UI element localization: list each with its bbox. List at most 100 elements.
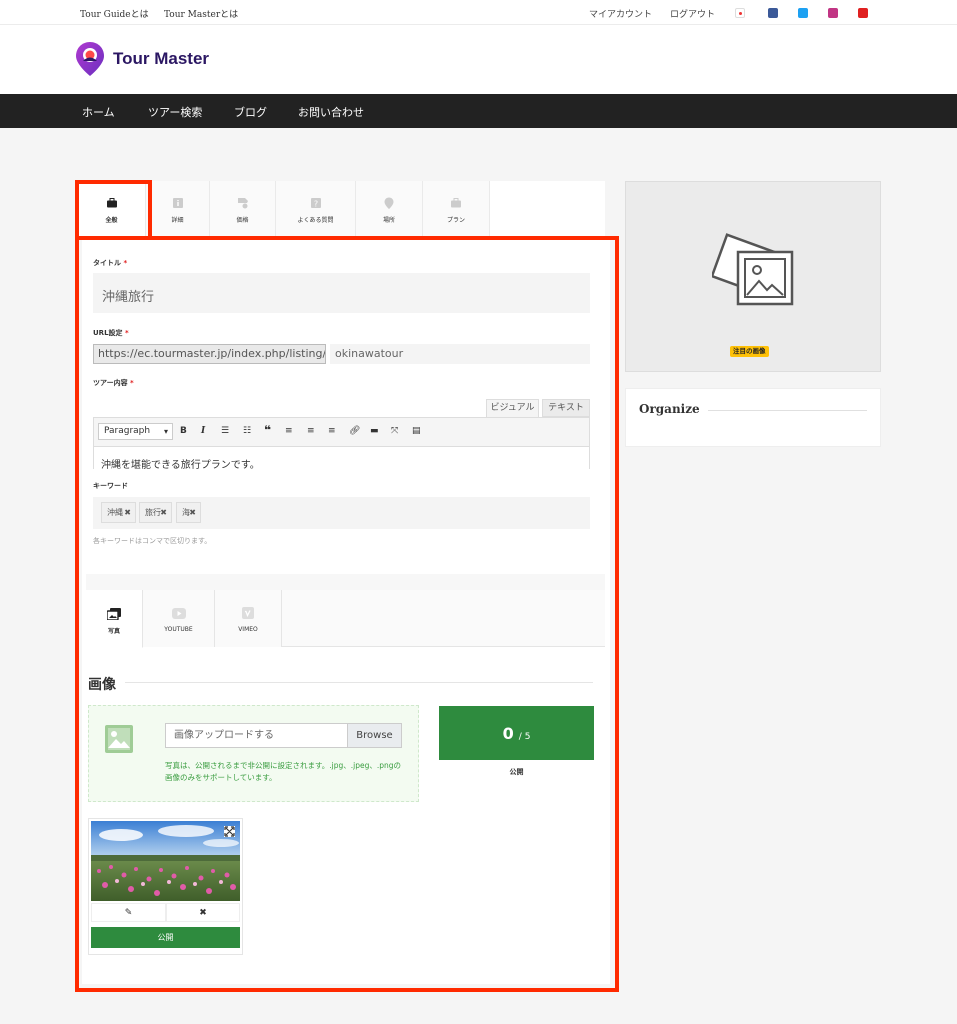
tab-label: 場所 [382, 217, 395, 224]
align-center-icon[interactable]: ≡ [307, 426, 315, 436]
nav-tour-search[interactable]: ツアー検索 [148, 104, 202, 120]
organize-rule [708, 410, 867, 411]
youtube-icon [171, 608, 186, 619]
featured-image-badge: 注目の画像 [730, 346, 769, 357]
edit-image-button[interactable]: ✎ [91, 903, 166, 922]
read-more-icon[interactable]: ▬ [370, 426, 379, 436]
title-input-value: 沖縄旅行 [102, 290, 155, 305]
tab-faq[interactable]: ? よくある質問 [276, 181, 356, 237]
link-icon[interactable]: 🔗︎ [349, 426, 360, 436]
info-icon [172, 198, 183, 208]
brand-name[interactable]: Tour Master [113, 49, 209, 69]
media-tab-photos[interactable]: 写真 [86, 590, 143, 648]
youtube-icon[interactable] [858, 8, 868, 18]
fullscreen-icon[interactable]: ⤧ [391, 426, 398, 436]
link-tour-guide[interactable]: Tour Guideとは [80, 7, 149, 20]
format-select-value: Paragraph [104, 426, 151, 436]
logo-pin-icon[interactable] [75, 41, 105, 77]
photo-counter-caption: 公開 [509, 768, 524, 776]
editor-content-text: 沖縄を堪能できる旅行プランです。 [101, 460, 260, 469]
remove-tag-icon[interactable]: ✖ [189, 503, 196, 522]
map-pin-icon [384, 197, 394, 209]
logout-link[interactable]: ログアウト [670, 7, 715, 20]
my-account-link[interactable]: マイアカウント [589, 7, 652, 20]
tour-edit-tabs: 全般 詳細 価格 ? よくある質問 場所 プラン [78, 181, 605, 237]
main-nav: ホーム ツアー検索 ブログ お問い合わせ [0, 94, 957, 128]
media-tab-label: 写真 [107, 628, 120, 635]
image-placeholder-icon [105, 725, 133, 753]
keyword-tag: 沖縄 ✖ [101, 502, 136, 523]
thumbnail-image[interactable] [91, 821, 240, 901]
chevron-down-icon: ▾ [163, 427, 168, 436]
organize-heading: Organize [639, 402, 700, 416]
media-tab-label: YOUTUBE [164, 626, 193, 633]
flag-icon[interactable] [735, 8, 745, 18]
briefcase-icon [106, 198, 117, 208]
tab-label: 詳細 [171, 217, 184, 224]
photo-count: 0 [502, 724, 514, 743]
close-icon: ✖ [199, 908, 207, 918]
title-input[interactable] [93, 273, 590, 313]
delete-image-button[interactable]: ✖ [166, 903, 240, 922]
keyword-tag: 海 ✖ [176, 502, 201, 523]
remove-tag-icon[interactable]: ✖ [160, 503, 167, 522]
tab-label: 全般 [105, 217, 118, 224]
facebook-icon[interactable] [768, 8, 778, 18]
tab-general[interactable]: 全般 [78, 181, 146, 237]
bullet-list-icon[interactable]: ☰ [221, 426, 229, 436]
nav-blog[interactable]: ブログ [234, 104, 267, 120]
heading-rule [125, 682, 593, 683]
align-left-icon[interactable]: ≡ [285, 426, 293, 436]
url-slug-input[interactable]: okinawatour [330, 344, 590, 364]
remove-tag-icon[interactable]: ✖ [124, 503, 131, 522]
tab-details[interactable]: 詳細 [146, 181, 210, 237]
featured-image-icon [712, 233, 794, 306]
expand-icon[interactable] [224, 826, 235, 837]
images-heading: 画像 [88, 677, 116, 693]
align-right-icon[interactable]: ≡ [328, 426, 336, 436]
media-tab-label: VIMEO [238, 626, 258, 633]
publish-image-button[interactable]: 公開 [91, 927, 240, 948]
twitter-icon[interactable] [798, 8, 808, 18]
tab-plan[interactable]: プラン [423, 181, 490, 237]
editor-tab-visual[interactable]: ビジュアル [486, 399, 539, 417]
media-tab-youtube[interactable]: YOUTUBE [143, 590, 215, 647]
vimeo-icon [242, 607, 254, 619]
instagram-icon[interactable] [828, 8, 838, 18]
tab-label: よくある質問 [297, 217, 334, 224]
keyword-hint: 各キーワードはコンマで区切ります。 [93, 537, 212, 545]
toolbar-toggle-icon[interactable]: ▤ [412, 426, 421, 436]
keyword-tag-label: 沖縄 [107, 508, 123, 517]
keyword-label: キーワード [93, 482, 128, 490]
url-prefix: https://ec.tourmaster.jp/index.php/listi… [93, 344, 326, 364]
nav-contact[interactable]: お問い合わせ [298, 104, 364, 120]
upload-dropzone[interactable] [88, 705, 419, 802]
organize-panel [625, 388, 881, 447]
blockquote-icon[interactable]: ❝ [264, 423, 271, 437]
editor-content-area[interactable]: 沖縄を堪能できる旅行プランです。 [93, 447, 590, 469]
tab-label: 価格 [236, 217, 249, 224]
top-bar: Tour Guideとは Tour Masterとは マイアカウント ログアウト [0, 0, 957, 25]
photos-icon [107, 608, 121, 620]
tab-price[interactable]: 価格 [210, 181, 276, 237]
upload-file-input[interactable]: 画像アップロードする [165, 723, 348, 748]
media-tab-vimeo[interactable]: VIMEO [215, 590, 282, 647]
keyword-tag-label: 旅行 [145, 508, 161, 517]
keyword-tag: 旅行 ✖ [139, 502, 172, 523]
editor-tab-text[interactable]: テキスト [542, 399, 590, 417]
tab-location[interactable]: 場所 [356, 181, 423, 237]
photo-max: / 5 [518, 732, 531, 742]
photo-counter: 0 / 5 [439, 706, 594, 760]
nav-home[interactable]: ホーム [82, 104, 115, 120]
bold-icon[interactable]: B [180, 426, 187, 436]
briefcase-icon [451, 198, 461, 208]
upload-note: 写真は、公開されるまで非公開に設定されます。.jpg、.jpeg、.pngの画像… [165, 761, 402, 782]
format-select[interactable]: Paragraph ▾ [98, 423, 173, 440]
question-icon: ? [310, 198, 321, 209]
pencil-icon: ✎ [124, 908, 133, 918]
italic-icon[interactable]: I [201, 426, 205, 436]
link-tour-master[interactable]: Tour Masterとは [164, 7, 238, 20]
numbered-list-icon[interactable]: ☷ [243, 426, 251, 436]
browse-button[interactable]: Browse [347, 723, 402, 748]
url-label: URL設定 * [93, 329, 129, 337]
